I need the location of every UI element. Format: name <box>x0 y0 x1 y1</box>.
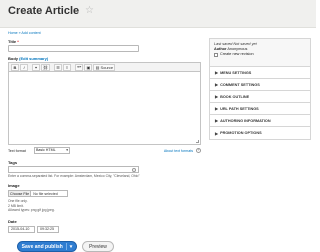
author-value: Anonymous <box>227 47 248 51</box>
sidebar-item-url-path-settings[interactable]: ▶ URL path settings <box>210 103 310 115</box>
save-label: Save and publish <box>21 243 63 250</box>
source-button[interactable]: ▤ Source <box>93 63 116 71</box>
editor-toolbar: B I ⚭ ⛓ ☰ ≡ ❝❞ ▣ ▤ Source <box>8 62 201 72</box>
breadcrumb: Home » Add content <box>8 31 41 35</box>
text-format-row: Text format Basic HTML ▾ About text form… <box>8 147 201 155</box>
tags-help-text: Enter a comma-separated list. For exampl… <box>8 174 140 178</box>
node-meta: Last saved Not saved yet Author Anonymou… <box>210 39 310 67</box>
chevron-right-icon: ▶ <box>215 70 219 75</box>
button-divider <box>65 243 67 250</box>
autocomplete-icon <box>132 168 136 172</box>
chevron-right-icon: ▶ <box>215 94 219 99</box>
chevron-right-icon: ▶ <box>215 106 219 111</box>
title-input[interactable] <box>8 45 139 52</box>
breadcrumb-home[interactable]: Home <box>8 31 18 35</box>
about-text-formats-link[interactable]: About text formats <box>164 149 193 153</box>
revision-label: Create new revision <box>220 52 254 56</box>
sidebar-item-comment-settings[interactable]: ▶ Comment settings <box>210 79 310 91</box>
page-header: Create Article ☆ <box>0 0 316 28</box>
body-label: Body (Edit summary) <box>8 56 48 61</box>
blockquote-button[interactable]: ❝❞ <box>75 63 84 71</box>
image-label: Image <box>8 183 20 188</box>
body-label-text: Body <box>8 56 18 61</box>
sidebar-item-label: Authoring information <box>220 118 271 123</box>
sidebar-item-menu-settings[interactable]: ▶ Menu settings <box>210 67 310 79</box>
resize-handle-icon[interactable] <box>196 140 199 143</box>
chevron-down-icon: ▾ <box>66 148 68 152</box>
sidebar: Last saved Not saved yet Author Anonymou… <box>209 38 311 140</box>
sidebar-item-label: Book outline <box>220 94 250 99</box>
author-label: Author <box>214 47 227 51</box>
tags-label: Tags <box>8 160 18 165</box>
save-and-publish-button[interactable]: Save and publish ▾ <box>17 241 77 252</box>
breadcrumb-add-content[interactable]: Add content <box>21 31 40 35</box>
choose-file-button[interactable]: Choose File <box>9 191 32 196</box>
bulleted-list-button[interactable]: ☰ <box>54 63 63 71</box>
sidebar-item-label: Promotion options <box>220 131 262 135</box>
file-status: No file selected <box>33 191 58 196</box>
sidebar-item-authoring-information[interactable]: ▶ Authoring information <box>210 115 310 127</box>
image-help-line: Allowed types: png gif jpg jpeg. <box>8 208 55 213</box>
sidebar-item-label: Menu settings <box>220 70 252 75</box>
sidebar-item-label: URL path settings <box>220 106 259 111</box>
edit-summary-link[interactable]: (Edit summary) <box>19 56 48 61</box>
unlink-button[interactable]: ⛓ <box>41 63 51 71</box>
image-button[interactable]: ▣ <box>84 63 93 71</box>
image-help-text: One file only. 2 MB limit. Allowed types… <box>8 199 55 213</box>
sidebar-item-book-outline[interactable]: ▶ Book outline <box>210 91 310 103</box>
revision-checkbox[interactable] <box>214 52 218 57</box>
page-title: Create Article <box>8 5 80 17</box>
sidebar-item-promotion-options[interactable]: ▶ Promotion options <box>210 127 310 139</box>
tags-input[interactable] <box>8 166 139 173</box>
title-label-text: Title <box>8 39 17 44</box>
help-icon[interactable]: ? <box>196 148 201 153</box>
star-icon[interactable]: ☆ <box>85 5 94 16</box>
sidebar-item-label: Comment settings <box>220 82 260 87</box>
bold-button[interactable]: B <box>11 63 19 71</box>
link-button[interactable]: ⚭ <box>32 63 40 71</box>
date-input[interactable]: 2015-04-10 <box>8 226 35 233</box>
time-input[interactable]: 09:32:25 <box>37 226 59 233</box>
chevron-down-icon[interactable]: ▾ <box>70 244 73 250</box>
title-label: Title * <box>8 39 19 44</box>
italic-button[interactable]: I <box>20 63 28 71</box>
numbered-list-button[interactable]: ≡ <box>63 63 72 71</box>
required-marker: * <box>17 39 19 44</box>
text-format-select[interactable]: Basic HTML ▾ <box>34 147 70 154</box>
text-format-label: Text format <box>8 149 26 153</box>
chevron-right-icon: ▶ <box>215 130 219 136</box>
chevron-right-icon: ▶ <box>215 118 219 123</box>
body-editor[interactable] <box>8 72 201 145</box>
source-icon: ▤ <box>95 64 100 70</box>
date-label: Date <box>8 219 17 224</box>
source-label: Source <box>100 64 114 70</box>
preview-button[interactable]: Preview <box>82 241 114 252</box>
image-file-field: Choose File No file selected <box>8 190 68 197</box>
chevron-right-icon: ▶ <box>215 82 219 87</box>
revision-row: Create new revision <box>214 52 306 57</box>
text-format-value: Basic HTML <box>36 148 56 152</box>
